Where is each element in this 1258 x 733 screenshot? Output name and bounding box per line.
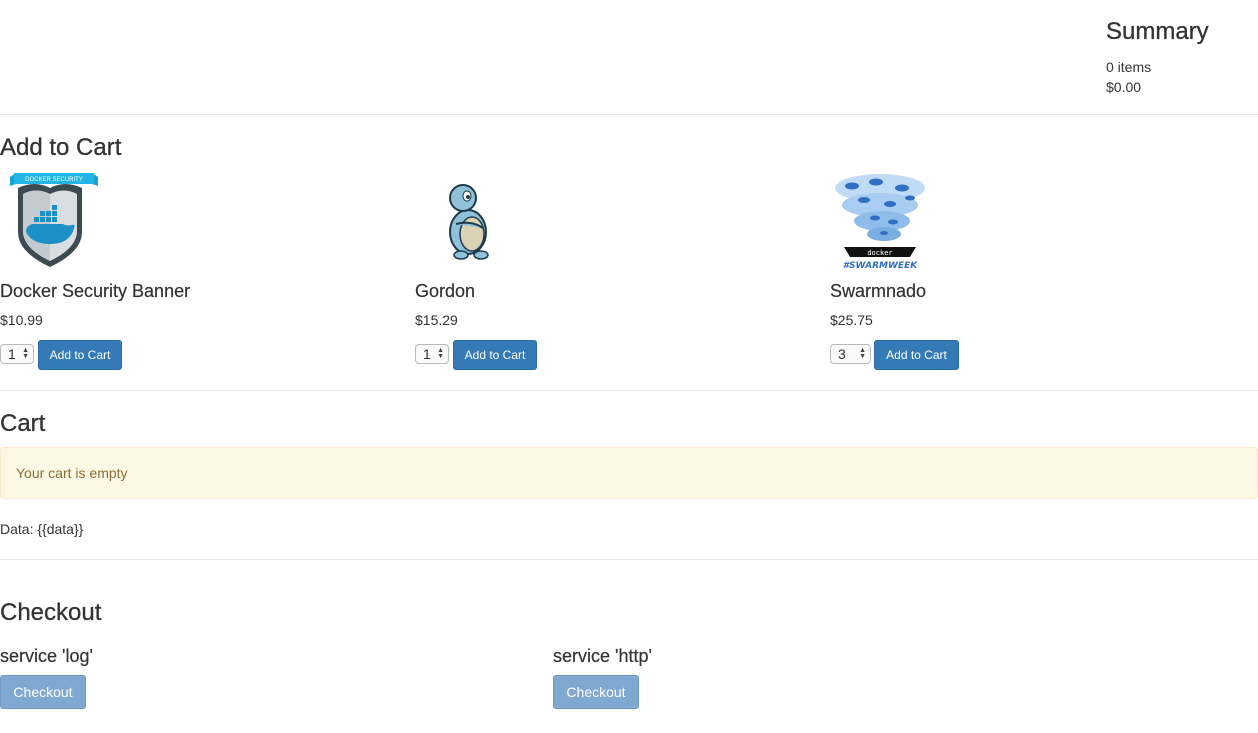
banner-text: DOCKER SECURITY (25, 177, 83, 183)
add-to-cart-button[interactable]: Add to Cart (38, 340, 122, 370)
quantity-value: 3 (838, 346, 846, 362)
service-log-title: service 'log' (0, 646, 93, 666)
checkout-heading: Checkout (0, 599, 102, 626)
quantity-stepper[interactable]: 1 ▲ ▼ (415, 344, 449, 364)
gordon-turtle-icon (449, 184, 489, 260)
add-to-cart-heading: Add to Cart (0, 134, 122, 161)
quantity-value: 1 (423, 346, 431, 362)
divider (0, 390, 1258, 391)
quantity-stepper[interactable]: 1 ▲ ▼ (0, 344, 34, 364)
swarmnado-icon: docker #SWARMWEEK (835, 174, 925, 270)
product-name: Swarmnado (830, 281, 927, 301)
quantity-stepper[interactable]: 3 ▲ ▼ (830, 344, 871, 364)
cart-heading: Cart (0, 410, 46, 437)
summary-title: Summary (1106, 18, 1209, 45)
stepper-arrows-icon[interactable]: ▲ ▼ (859, 347, 866, 360)
product-name: Docker Security Banner (0, 281, 191, 301)
data-text: Data: {{data}} (0, 521, 84, 537)
checkout-log-button[interactable]: Checkout (0, 675, 86, 709)
summary-item-count: 0 items (1106, 59, 1152, 75)
logo-text: docker (867, 249, 892, 257)
product-price: $25.75 (830, 312, 873, 328)
docker-security-shield-icon: DOCKER SECURITY (10, 173, 98, 267)
summary-panel: Summary 0 items $0.00 (1106, 17, 1209, 97)
divider (0, 559, 1258, 560)
summary-total: $0.00 (1106, 79, 1142, 95)
product-price: $10.99 (0, 312, 43, 328)
product-price: $15.29 (415, 312, 458, 328)
add-to-cart-button[interactable]: Add to Cart (874, 340, 959, 370)
empty-cart-alert: Your cart is empty (0, 447, 1258, 499)
stepper-arrows-icon[interactable]: ▲ ▼ (22, 347, 29, 360)
divider (0, 114, 1258, 115)
service-http-title: service 'http' (553, 646, 652, 666)
hashtag-text: #SWARMWEEK (843, 261, 918, 270)
add-to-cart-button[interactable]: Add to Cart (453, 340, 537, 370)
product-name: Gordon (415, 281, 476, 301)
quantity-value: 1 (8, 346, 16, 362)
checkout-http-button[interactable]: Checkout (553, 675, 639, 709)
stepper-arrows-icon[interactable]: ▲ ▼ (437, 347, 444, 360)
